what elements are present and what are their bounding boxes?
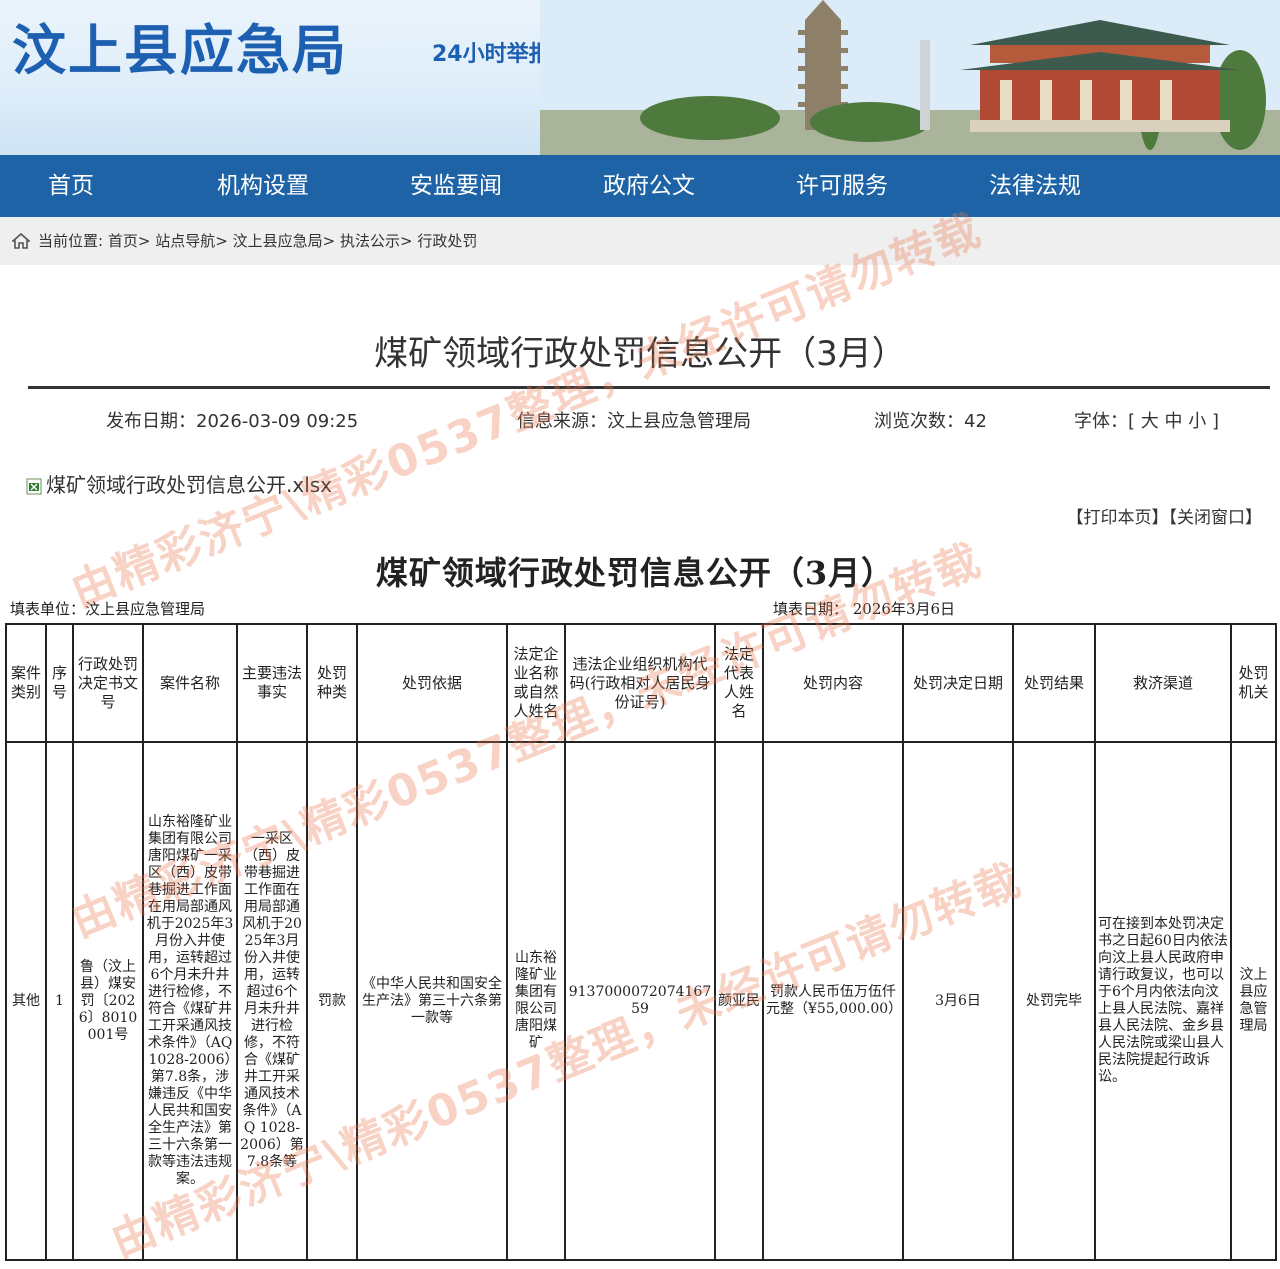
header-authority: 处罚机关 <box>1230 623 1277 743</box>
header-case-name: 案件名称 <box>142 623 238 743</box>
breadcrumb-home[interactable]: 首页 <box>108 232 138 250</box>
page-actions: 【打印本页】【关闭窗口】 <box>1067 503 1263 528</box>
breadcrumb-site-nav[interactable]: 站点导航 <box>155 232 215 250</box>
header-main-facts: 主要违法事实 <box>236 623 308 743</box>
cell-penalty-result: 处罚完毕 <box>1012 741 1096 1261</box>
cell-remedy: 可在接到本处罚决定书之日起60日内依法向汶上县人民政府申请行政复议，也可以于6个… <box>1094 741 1232 1261</box>
fill-date: 填表日期： 2026年3月6日 <box>773 600 956 618</box>
header-penalty-content: 处罚内容 <box>762 623 904 743</box>
cell-org-code: 913700007207416759 <box>564 741 716 1261</box>
header-decision-date: 处罚决定日期 <box>902 623 1014 743</box>
table-title: 煤矿领域行政处罚信息公开（3月） <box>375 554 895 592</box>
temple-scene-image <box>540 0 1280 155</box>
cell-legal-basis: 《中华人民共和国安全生产法》第三十六条第一款等 <box>356 741 508 1261</box>
article-title: 煤矿领域行政处罚信息公开（3月） <box>374 334 906 374</box>
breadcrumb-separator: > <box>399 232 413 250</box>
cell-penalty-type: 罚款 <box>306 741 358 1261</box>
breadcrumb-separator: > <box>322 232 336 250</box>
header-case-type: 案件类别 <box>5 623 47 743</box>
penalty-info-table: 案件类别 序号 行政处罚决定书文号 案件名称 主要违法事实 处罚种类 处罚依据 … <box>5 623 1277 1261</box>
cell-penalty-content: 罚款人民币伍万伍仟元整（¥55,000.00） <box>762 741 904 1261</box>
header-serial: 序号 <box>45 623 74 743</box>
cell-decision-no: 鲁（汶上县）煤安罚〔2026〕8010001号 <box>72 741 144 1261</box>
cell-case-name: 山东裕隆矿业集团有限公司唐阳煤矿一采区（西）皮带巷掘进工作面在用局部通风机于20… <box>142 741 238 1261</box>
breadcrumb-separator: > <box>137 232 151 250</box>
attachment-filename: 煤矿领域行政处罚信息公开.xlsx <box>46 473 333 497</box>
close-window-button[interactable]: 【关闭窗口】 <box>1169 508 1263 528</box>
font-size-label: 字体： <box>1074 411 1128 432</box>
breadcrumb-admin-penalty[interactable]: 行政处罚 <box>417 232 477 250</box>
font-size-control: 字体：[ 大 中 小 ] <box>1074 407 1219 433</box>
header-org-code: 违法企业组织机构代码(行政相对人居民身份证号) <box>564 623 716 743</box>
print-button[interactable]: 【打印本页】 <box>1067 508 1169 528</box>
title-divider <box>28 386 1270 389</box>
header-remedy: 救济渠道 <box>1094 623 1232 743</box>
breadcrumb-bureau[interactable]: 汶上县应急局 <box>233 232 323 250</box>
font-size-small[interactable]: 小 ] <box>1188 411 1219 432</box>
breadcrumb: 当前位置: 首页> 站点导航> 汶上县应急局> 执法公示> 行政处罚 <box>0 217 1280 265</box>
header-entity-name: 法定企业名称或自然人姓名 <box>506 623 566 743</box>
cell-legal-rep: 颜亚民 <box>714 741 764 1261</box>
view-count: 浏览次数：42 <box>874 411 987 432</box>
cell-main-facts: 一采区（西）皮带巷掘进工作面在用局部通风机于2025年3月份入井使用，运转超过6… <box>236 741 308 1261</box>
header-legal-rep: 法定代表人姓名 <box>714 623 764 743</box>
nav-item-organization[interactable]: 机构设置 <box>217 155 309 217</box>
info-source: 信息来源：汶上县应急管理局 <box>517 411 751 432</box>
nav-item-laws[interactable]: 法律法规 <box>989 155 1081 217</box>
nav-item-permit-services[interactable]: 许可服务 <box>796 155 888 217</box>
cell-serial: 1 <box>45 741 74 1261</box>
font-size-large[interactable]: [ 大 <box>1128 411 1159 432</box>
publish-date: 发布日期：2026-03-09 09:25 <box>106 411 359 432</box>
site-banner: 汶上县应急局 24小时举报投诉热线:0537-7210169 <box>0 0 1280 155</box>
cell-authority: 汶上县应急管理局 <box>1230 741 1277 1261</box>
header-decision-no: 行政处罚决定书文号 <box>72 623 144 743</box>
header-penalty-type: 处罚种类 <box>306 623 358 743</box>
nav-item-gov-documents[interactable]: 政府公文 <box>603 155 695 217</box>
home-icon <box>12 232 30 249</box>
fill-unit: 填表单位：汶上县应急管理局 <box>10 600 206 618</box>
excel-file-icon <box>26 478 42 495</box>
table-row: 其他 1 鲁（汶上县）煤安罚〔2026〕8010001号 山东裕隆矿业集团有限公… <box>5 741 1277 1261</box>
table-header-row: 案件类别 序号 行政处罚决定书文号 案件名称 主要违法事实 处罚种类 处罚依据 … <box>5 623 1277 743</box>
header-legal-basis: 处罚依据 <box>356 623 508 743</box>
nav-item-home[interactable]: 首页 <box>48 155 94 217</box>
cell-entity-name: 山东裕隆矿业集团有限公司唐阳煤矿 <box>506 741 566 1261</box>
site-title: 汶上县应急局 <box>12 19 348 82</box>
breadcrumb-prefix: 当前位置: <box>38 232 104 250</box>
attachment-link[interactable]: 煤矿领域行政处罚信息公开.xlsx <box>26 469 332 498</box>
nav-item-safety-news[interactable]: 安监要闻 <box>410 155 502 217</box>
header-penalty-result: 处罚结果 <box>1012 623 1096 743</box>
cell-decision-date: 3月6日 <box>902 741 1014 1261</box>
breadcrumb-enforcement[interactable]: 执法公示 <box>340 232 400 250</box>
font-size-medium[interactable]: 中 <box>1164 411 1182 432</box>
breadcrumb-trail: 当前位置: 首页> 站点导航> 汶上县应急局> 执法公示> 行政处罚 <box>38 217 477 265</box>
cell-case-type: 其他 <box>5 741 47 1261</box>
breadcrumb-separator: > <box>215 232 228 250</box>
main-nav: 首页 机构设置 安监要闻 政府公文 许可服务 法律法规 <box>0 155 1280 217</box>
